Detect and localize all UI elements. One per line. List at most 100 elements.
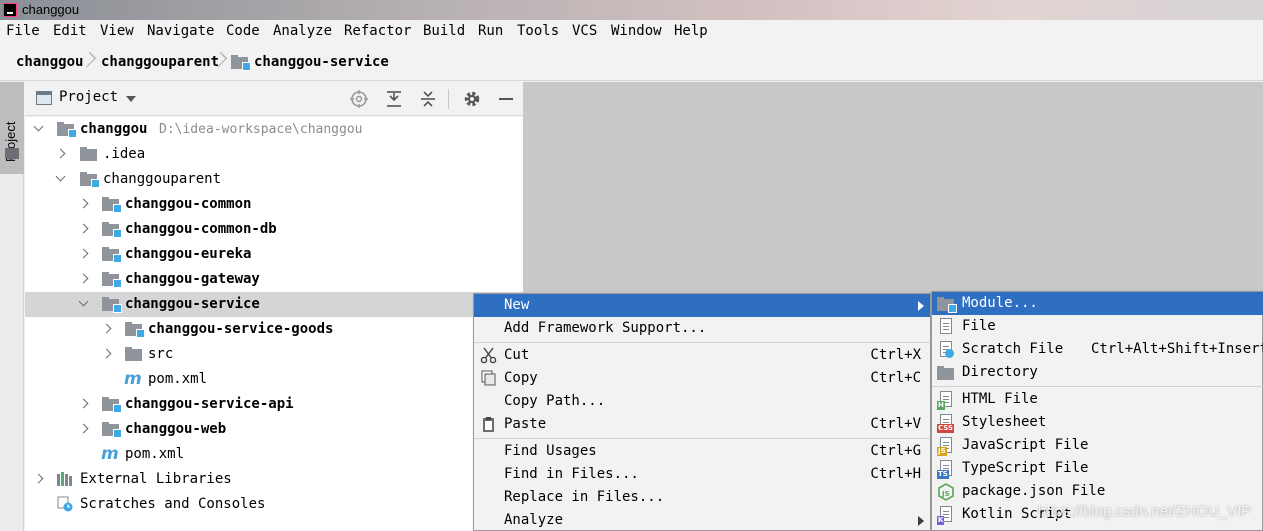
chevron-right-icon[interactable]	[79, 224, 89, 234]
submenu-item-package-json[interactable]: JS package.json File	[932, 480, 1263, 503]
scratches-icon	[57, 496, 73, 512]
collapse-all-icon[interactable]	[418, 89, 438, 109]
menu-item-replace-in-files[interactable]: Replace in Files...	[474, 486, 930, 509]
menu-navigate[interactable]: Navigate	[147, 23, 214, 39]
chevron-right-icon[interactable]	[79, 399, 89, 409]
submenu-item-scratch-file[interactable]: Scratch File Ctrl+Alt+Shift+Insert	[932, 338, 1263, 361]
menu-vcs[interactable]: VCS	[572, 23, 597, 39]
css-file-icon: CSS	[937, 414, 955, 433]
menu-refactor[interactable]: Refactor	[344, 23, 411, 39]
breadcrumb-separator	[215, 52, 223, 70]
maven-icon: m	[101, 444, 119, 464]
menu-tools[interactable]: Tools	[517, 23, 559, 39]
submenu-item-module[interactable]: Module...	[932, 292, 1263, 315]
breadcrumb-changgou-service[interactable]: changgou-service	[254, 54, 389, 70]
minimize-icon[interactable]	[496, 89, 516, 109]
menu-item-cut[interactable]: Cut Ctrl+X	[474, 344, 930, 367]
submenu-item-html-file[interactable]: H HTML File	[932, 388, 1263, 411]
expand-all-icon[interactable]	[384, 89, 404, 109]
chevron-right-icon[interactable]	[56, 149, 66, 159]
chevron-right-icon[interactable]	[79, 249, 89, 259]
menu-item-label: Copy Path...	[504, 393, 606, 409]
project-view-icon	[36, 91, 52, 105]
submenu-arrow-icon	[918, 301, 924, 311]
breadcrumb-changgouparent[interactable]: changgouparent	[101, 54, 219, 70]
project-panel-header: Project	[25, 82, 523, 116]
tree-item-label: changgou	[80, 121, 148, 137]
tree-item-changgou-service-api[interactable]: changgou-service-api	[25, 392, 523, 417]
tree-item-scratches[interactable]: Scratches and Consoles	[25, 492, 523, 517]
tree-item-changgou-eureka[interactable]: changgou-eureka	[25, 242, 523, 267]
project-tool-tab[interactable]: Project	[0, 82, 24, 174]
chevron-right-icon[interactable]	[79, 424, 89, 434]
chevron-down-icon[interactable]	[56, 174, 66, 184]
chevron-right-icon[interactable]	[102, 349, 112, 359]
tree-item-changgou-service-goods[interactable]: changgou-service-goods	[25, 317, 523, 342]
tree-item-service-pom[interactable]: m pom.xml	[25, 367, 523, 392]
breadcrumb-separator	[84, 52, 92, 70]
chevron-right-icon[interactable]	[102, 324, 112, 334]
scratch-file-icon	[937, 341, 955, 359]
menu-window[interactable]: Window	[611, 23, 662, 39]
menu-code[interactable]: Code	[226, 23, 260, 39]
menu-analyze[interactable]: Analyze	[273, 23, 332, 39]
menu-item-shortcut: Ctrl+V	[870, 416, 921, 432]
menu-run[interactable]: Run	[478, 23, 503, 39]
submenu-item-typescript-file[interactable]: TS TypeScript File	[932, 457, 1263, 480]
chevron-right-icon[interactable]	[79, 274, 89, 284]
ts-file-icon: TS	[937, 460, 955, 479]
menu-build[interactable]: Build	[423, 23, 465, 39]
module-folder-icon	[102, 397, 122, 413]
menu-edit[interactable]: Edit	[53, 23, 87, 39]
tree-item-changgou-service[interactable]: changgou-service	[25, 292, 523, 317]
chevron-right-icon[interactable]	[79, 199, 89, 209]
menu-item-add-framework-support[interactable]: Add Framework Support...	[474, 317, 930, 340]
paste-icon	[483, 417, 494, 432]
menu-item-new[interactable]: New	[474, 294, 930, 317]
menu-item-label: Directory	[962, 364, 1038, 380]
menu-item-find-in-files[interactable]: Find in Files... Ctrl+H	[474, 463, 930, 486]
tree-item-changgou-common[interactable]: changgou-common	[25, 192, 523, 217]
menu-item-analyze[interactable]: Analyze	[474, 509, 930, 531]
submenu-item-stylesheet[interactable]: CSS Stylesheet	[932, 411, 1263, 434]
locate-icon[interactable]	[349, 89, 369, 109]
submenu-item-javascript-file[interactable]: JS JavaScript File	[932, 434, 1263, 457]
maven-icon: m	[124, 369, 142, 389]
watermark: https://blog.csdn.net/ZHOU_VIP	[1038, 503, 1252, 520]
menu-item-label: Find in Files...	[504, 466, 639, 482]
tree-item-src[interactable]: src	[25, 342, 523, 367]
tree-item-changgou-gateway[interactable]: changgou-gateway	[25, 267, 523, 292]
chevron-down-icon[interactable]	[34, 124, 44, 134]
project-view-selector[interactable]: Project	[59, 89, 118, 105]
menu-item-copy-path[interactable]: Copy Path...	[474, 390, 930, 413]
tree-item-label: changgou-service-api	[125, 396, 294, 412]
tree-item-changgou-common-db[interactable]: changgou-common-db	[25, 217, 523, 242]
gear-icon[interactable]	[462, 89, 482, 109]
menu-item-find-usages[interactable]: Find Usages Ctrl+G	[474, 440, 930, 463]
chevron-down-icon[interactable]	[79, 299, 89, 309]
menu-help[interactable]: Help	[674, 23, 708, 39]
tree-item-label: Scratches and Consoles	[80, 496, 266, 512]
menu-view[interactable]: View	[100, 23, 134, 39]
menu-item-shortcut: Ctrl+G	[870, 443, 921, 459]
file-icon	[937, 318, 955, 336]
chevron-down-icon[interactable]	[126, 96, 136, 102]
tree-item-changgou-web[interactable]: changgou-web	[25, 417, 523, 442]
menu-separator	[474, 438, 930, 439]
chevron-right-icon[interactable]	[34, 474, 44, 484]
intellij-app-icon	[3, 3, 17, 17]
tree-item-changgouparent[interactable]: changgouparent	[25, 167, 523, 192]
menu-file[interactable]: File	[6, 23, 40, 39]
tree-item-external-libraries[interactable]: External Libraries	[25, 467, 523, 492]
menu-item-label: TypeScript File	[962, 460, 1089, 476]
breadcrumb-changgou[interactable]: changgou	[16, 54, 83, 70]
menu-item-copy[interactable]: Copy Ctrl+C	[474, 367, 930, 390]
menu-item-label: Analyze	[504, 512, 564, 528]
submenu-item-directory[interactable]: Directory	[932, 361, 1263, 384]
tree-item-idea[interactable]: .idea	[25, 142, 523, 167]
tree-item-parent-pom[interactable]: m pom.xml	[25, 442, 523, 467]
tree-item-changgou[interactable]: changgou D:\idea-workspace\changgou	[25, 117, 523, 142]
tree-item-label: src	[148, 346, 174, 362]
menu-item-paste[interactable]: Paste Ctrl+V	[474, 413, 930, 436]
submenu-item-file[interactable]: File	[932, 315, 1263, 338]
